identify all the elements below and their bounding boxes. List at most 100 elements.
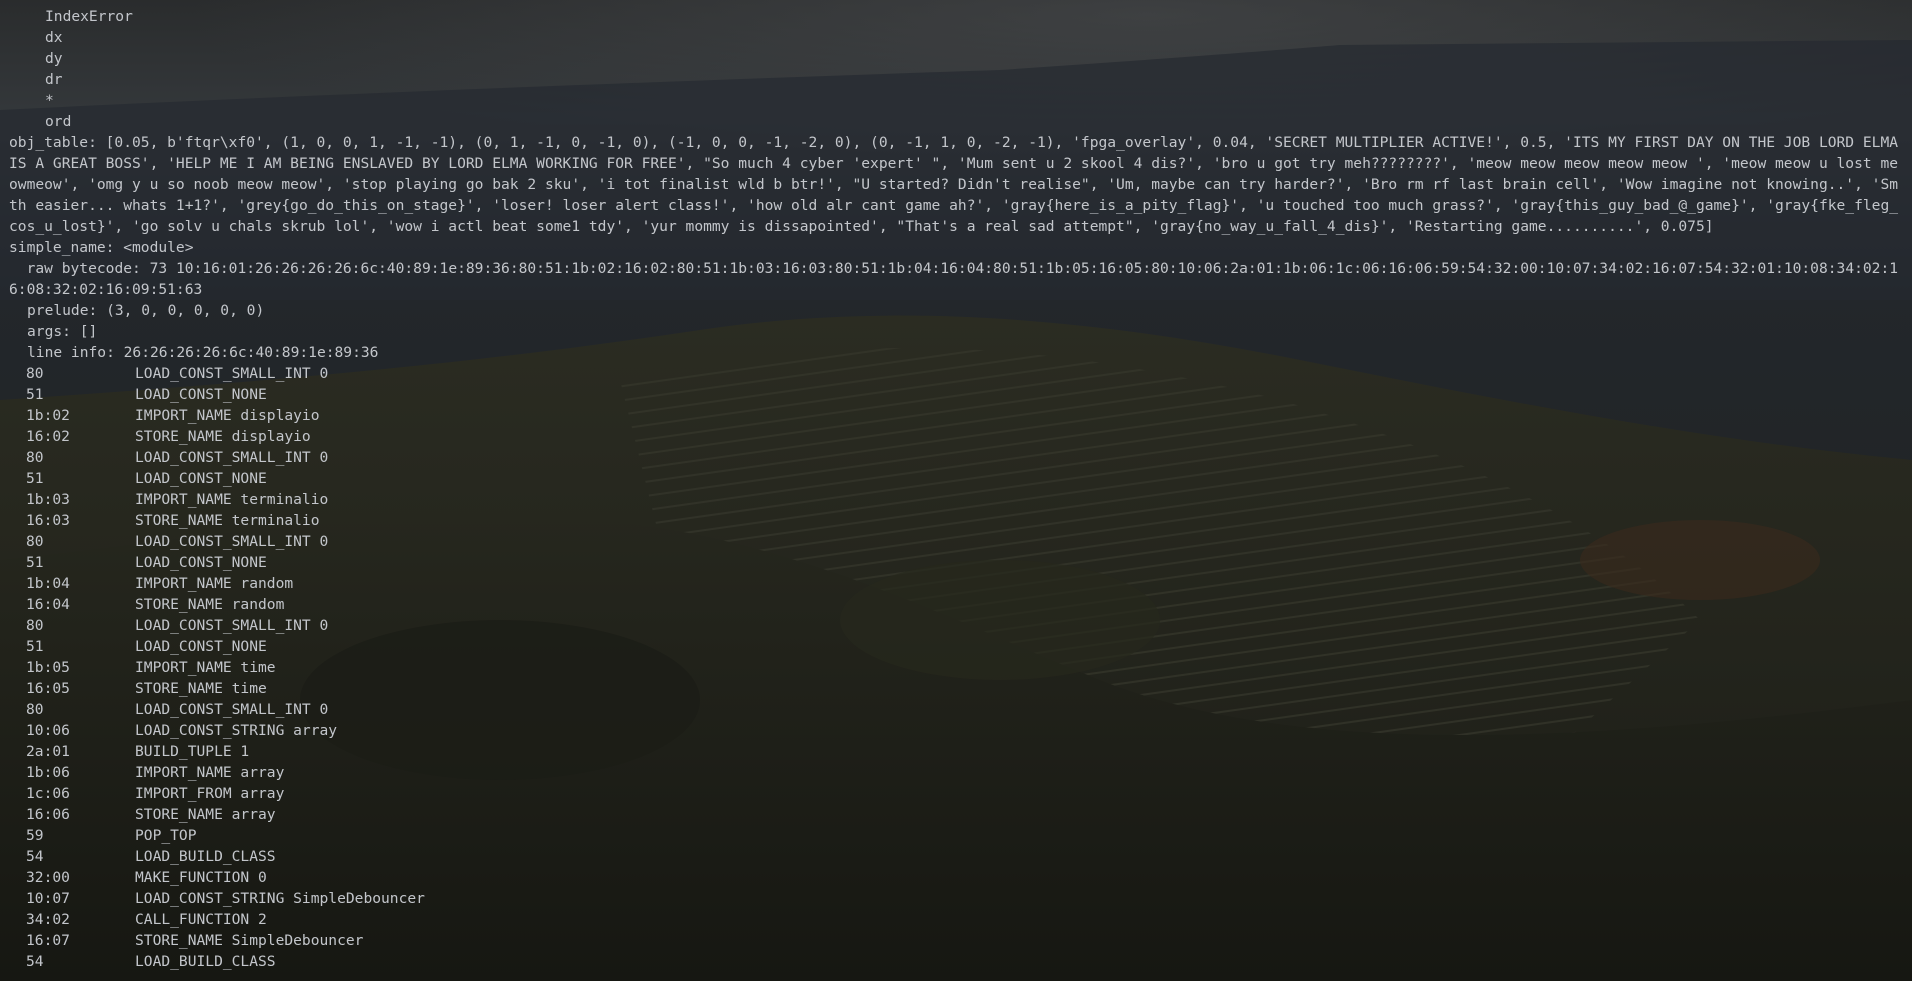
bytecode-op-row: 16:06 STORE_NAME array xyxy=(9,804,1906,825)
op-mnemonic: LOAD_CONST_SMALL_INT 0 xyxy=(135,365,329,382)
op-mnemonic: IMPORT_NAME terminalio xyxy=(135,491,329,508)
bytecode-op-row: 1b:05 IMPORT_NAME time xyxy=(9,657,1906,678)
op-hex-code: 10:06 xyxy=(26,722,70,739)
op-mnemonic: LOAD_CONST_NONE xyxy=(135,386,267,403)
op-mnemonic: POP_TOP xyxy=(135,827,197,844)
bytecode-op-row: 51 LOAD_CONST_NONE xyxy=(9,384,1906,405)
bytecode-op-row: 1b:03 IMPORT_NAME terminalio xyxy=(9,489,1906,510)
op-mnemonic: LOAD_CONST_SMALL_INT 0 xyxy=(135,701,329,718)
op-hex-code: 10:07 xyxy=(26,890,70,907)
op-mnemonic: LOAD_CONST_STRING SimpleDebouncer xyxy=(135,890,425,907)
bytecode-op-row: 16:04 STORE_NAME random xyxy=(9,594,1906,615)
op-mnemonic: LOAD_CONST_STRING array xyxy=(135,722,338,739)
bytecode-op-row: 80 LOAD_CONST_SMALL_INT 0 xyxy=(9,363,1906,384)
op-hex-code: 1c:06 xyxy=(26,785,70,802)
names-list-item: * xyxy=(45,92,54,109)
op-mnemonic: IMPORT_FROM array xyxy=(135,785,285,802)
op-mnemonic: IMPORT_NAME displayio xyxy=(135,407,320,424)
op-hex-code: 1b:02 xyxy=(26,407,70,424)
op-hex-code: 32:00 xyxy=(26,869,70,886)
bytecode-op-row: 1b:06 IMPORT_NAME array xyxy=(9,762,1906,783)
op-mnemonic: LOAD_CONST_NONE xyxy=(135,554,267,571)
bytecode-op-row: 80 LOAD_CONST_SMALL_INT 0 xyxy=(9,699,1906,720)
op-hex-code: 1b:06 xyxy=(26,764,70,781)
op-hex-code: 1b:05 xyxy=(26,659,70,676)
op-mnemonic: LOAD_CONST_SMALL_INT 0 xyxy=(135,449,329,466)
op-mnemonic: LOAD_CONST_SMALL_INT 0 xyxy=(135,617,329,634)
op-mnemonic: STORE_NAME SimpleDebouncer xyxy=(135,932,364,949)
bytecode-op-row: 51 LOAD_CONST_NONE xyxy=(9,636,1906,657)
bytecode-op-row: 80 LOAD_CONST_SMALL_INT 0 xyxy=(9,615,1906,636)
bytecode-op-row: 1c:06 IMPORT_FROM array xyxy=(9,783,1906,804)
names-list-item: dy xyxy=(45,50,63,67)
bytecode-op-row: 34:02 CALL_FUNCTION 2 xyxy=(9,909,1906,930)
op-mnemonic: STORE_NAME random xyxy=(135,596,285,613)
op-mnemonic: STORE_NAME terminalio xyxy=(135,512,320,529)
bytecode-op-row: 16:02 STORE_NAME displayio xyxy=(9,426,1906,447)
op-hex-code: 80 xyxy=(26,617,44,634)
op-mnemonic: MAKE_FUNCTION 0 xyxy=(135,869,267,886)
op-mnemonic: LOAD_CONST_NONE xyxy=(135,470,267,487)
op-mnemonic: LOAD_CONST_NONE xyxy=(135,638,267,655)
names-list: IndexError dx dy dr * ord xyxy=(9,6,1906,132)
bytecode-op-row: 80 LOAD_CONST_SMALL_INT 0 xyxy=(9,447,1906,468)
op-mnemonic: IMPORT_NAME time xyxy=(135,659,276,676)
op-mnemonic: BUILD_TUPLE 1 xyxy=(135,743,250,760)
bytecode-op-row: 80 LOAD_CONST_SMALL_INT 0 xyxy=(9,531,1906,552)
prelude-line: prelude: (3, 0, 0, 0, 0, 0) xyxy=(27,302,265,319)
op-hex-code: 34:02 xyxy=(26,911,70,928)
bytecode-op-row: 10:06 LOAD_CONST_STRING array xyxy=(9,720,1906,741)
args-line: args: [] xyxy=(27,323,98,340)
obj-table-line: obj_table: [0.05, b'ftqr\xf0', (1, 0, 0,… xyxy=(9,134,1907,235)
op-hex-code: 80 xyxy=(26,365,44,382)
op-hex-code: 16:06 xyxy=(26,806,70,823)
op-hex-code: 80 xyxy=(26,701,44,718)
bytecode-op-row: 32:00 MAKE_FUNCTION 0 xyxy=(9,867,1906,888)
op-hex-code: 51 xyxy=(26,470,44,487)
line-info-line: line info: 26:26:26:26:6c:40:89:1e:89:36 xyxy=(27,344,379,361)
bytecode-op-row: 59 POP_TOP xyxy=(9,825,1906,846)
names-list-item: IndexError xyxy=(45,8,133,25)
names-list-item: dr xyxy=(45,71,63,88)
op-hex-code: 16:04 xyxy=(26,596,70,613)
op-mnemonic: LOAD_BUILD_CLASS xyxy=(135,953,276,970)
bytecode-op-row: 16:05 STORE_NAME time xyxy=(9,678,1906,699)
op-hex-code: 16:05 xyxy=(26,680,70,697)
simple-name-line: simple_name: <module> xyxy=(9,239,194,256)
op-hex-code: 51 xyxy=(26,386,44,403)
terminal-output: IndexError dx dy dr * ord obj_table: [0.05, b… xyxy=(9,6,1906,972)
raw-bytecode-line: raw bytecode: 73 10:16:01:26:26:26:26:6c… xyxy=(9,260,1899,298)
bytecode-op-row: 2a:01 BUILD_TUPLE 1 xyxy=(9,741,1906,762)
names-list-item: dx xyxy=(45,29,63,46)
bytecode-ops-list: 80 LOAD_CONST_SMALL_INT 0 51 LOAD_CONST_NON… xyxy=(9,363,1906,972)
op-mnemonic: STORE_NAME array xyxy=(135,806,276,823)
op-hex-code: 1b:04 xyxy=(26,575,70,592)
bytecode-op-row: 1b:04 IMPORT_NAME random xyxy=(9,573,1906,594)
op-hex-code: 54 xyxy=(26,953,44,970)
op-hex-code: 54 xyxy=(26,848,44,865)
op-hex-code: 51 xyxy=(26,638,44,655)
op-hex-code: 59 xyxy=(26,827,44,844)
bytecode-op-row: 1b:02 IMPORT_NAME displayio xyxy=(9,405,1906,426)
bytecode-op-row: 51 LOAD_CONST_NONE xyxy=(9,552,1906,573)
names-list-item: ord xyxy=(45,113,72,130)
op-mnemonic: LOAD_CONST_SMALL_INT 0 xyxy=(135,533,329,550)
op-mnemonic: CALL_FUNCTION 2 xyxy=(135,911,267,928)
bytecode-op-row: 54 LOAD_BUILD_CLASS xyxy=(9,846,1906,867)
op-mnemonic: STORE_NAME time xyxy=(135,680,267,697)
op-hex-code: 1b:03 xyxy=(26,491,70,508)
bytecode-op-row: 16:07 STORE_NAME SimpleDebouncer xyxy=(9,930,1906,951)
bytecode-op-row: 51 LOAD_CONST_NONE xyxy=(9,468,1906,489)
op-mnemonic: LOAD_BUILD_CLASS xyxy=(135,848,276,865)
op-mnemonic: STORE_NAME displayio xyxy=(135,428,311,445)
bytecode-op-row: 16:03 STORE_NAME terminalio xyxy=(9,510,1906,531)
op-mnemonic: IMPORT_NAME random xyxy=(135,575,294,592)
op-mnemonic: IMPORT_NAME array xyxy=(135,764,285,781)
bytecode-op-row: 54 LOAD_BUILD_CLASS xyxy=(9,951,1906,972)
op-hex-code: 16:07 xyxy=(26,932,70,949)
op-hex-code: 51 xyxy=(26,554,44,571)
op-hex-code: 16:03 xyxy=(26,512,70,529)
op-hex-code: 2a:01 xyxy=(26,743,70,760)
op-hex-code: 80 xyxy=(26,533,44,550)
op-hex-code: 80 xyxy=(26,449,44,466)
